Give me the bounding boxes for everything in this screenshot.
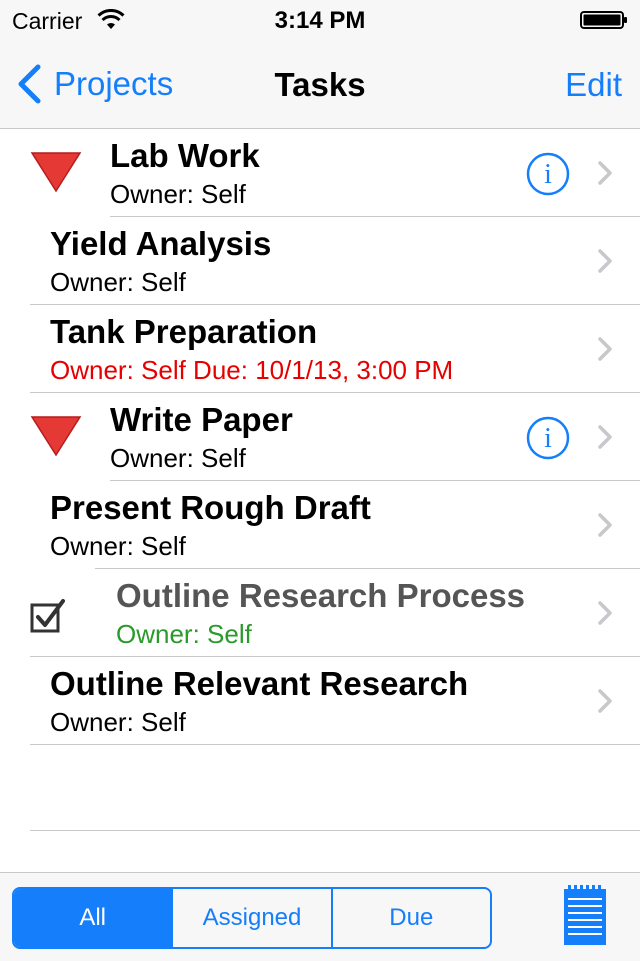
bottom-toolbar: All Assigned Due	[0, 872, 640, 961]
battery-icon	[580, 11, 627, 29]
task-title: Lab Work	[110, 137, 260, 174]
edit-button[interactable]: Edit	[565, 66, 622, 104]
task-title-completed: Outline Research Process	[116, 577, 526, 614]
chevron-right-icon	[598, 425, 612, 449]
task-row[interactable]: Write Paper Owner: Self i	[0, 393, 640, 481]
navigation-bar: Projects Tasks Edit	[0, 40, 640, 129]
task-owner: Owner: Self	[50, 267, 186, 297]
filter-segmented-control: All Assigned Due	[12, 887, 492, 949]
task-row[interactable]: Yield Analysis Owner: Self	[0, 217, 640, 305]
task-list: Lab Work Owner: Self i Yield Analysis Ow…	[0, 129, 640, 745]
task-title: Tank Preparation	[50, 313, 318, 350]
checkbox-checked-icon[interactable]	[30, 597, 66, 633]
filter-assigned-segment[interactable]: Assigned	[171, 889, 330, 947]
red-triangle-icon[interactable]	[30, 151, 82, 193]
task-owner: Owner: Self	[50, 531, 186, 561]
task-owner: Owner: Self	[110, 179, 246, 209]
svg-text:i: i	[544, 423, 552, 454]
task-title: Present Rough Draft	[50, 489, 371, 526]
task-row[interactable]: Lab Work Owner: Self i	[0, 129, 640, 217]
clock: 3:14 PM	[274, 7, 366, 34]
task-title: Write Paper	[110, 401, 293, 438]
task-title: Outline Relevant Research	[50, 665, 469, 702]
task-row[interactable]: Present Rough Draft Owner: Self	[0, 481, 640, 569]
task-row[interactable]: Outline Research Process Owner: Self	[0, 569, 640, 657]
info-icon[interactable]: i	[526, 416, 570, 460]
chevron-right-icon	[598, 161, 612, 185]
chevron-right-icon	[598, 337, 612, 361]
task-owner-completed: Owner: Self	[116, 619, 252, 649]
task-owner: Owner: Self	[50, 707, 186, 737]
chevron-right-icon	[598, 601, 612, 625]
chevron-right-icon	[598, 249, 612, 273]
task-title: Yield Analysis	[50, 225, 272, 262]
info-icon[interactable]: i	[526, 152, 570, 196]
task-row[interactable]: Tank Preparation Owner: Self Due: 10/1/1…	[0, 305, 640, 393]
filter-due-segment[interactable]: Due	[330, 889, 490, 947]
chevron-right-icon	[598, 689, 612, 713]
notepad-icon[interactable]	[562, 885, 608, 947]
row-separator	[30, 744, 640, 745]
status-bar: Carrier 3:14 PM	[0, 0, 640, 40]
task-owner-overdue: Owner: Self Due: 10/1/13, 3:00 PM	[50, 355, 454, 385]
task-row[interactable]: Outline Relevant Research Owner: Self	[0, 657, 640, 745]
page-title: Tasks	[274, 66, 366, 103]
svg-text:i: i	[544, 159, 552, 190]
empty-row-separator	[30, 830, 640, 831]
red-triangle-icon[interactable]	[30, 415, 82, 457]
chevron-right-icon	[598, 513, 612, 537]
filter-all-segment[interactable]: All	[14, 889, 172, 947]
task-owner: Owner: Self	[110, 443, 246, 473]
